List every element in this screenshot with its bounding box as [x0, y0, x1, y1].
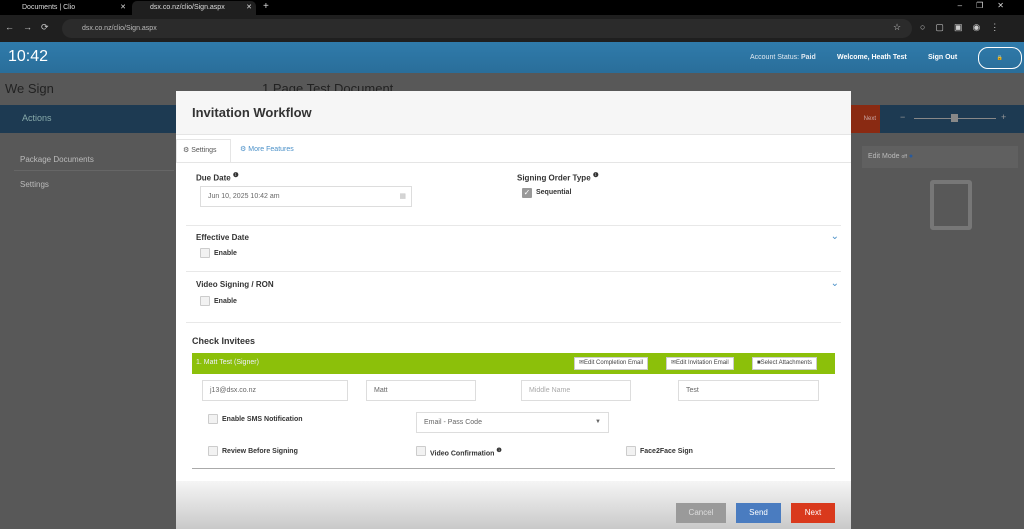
modal-header: Invitation Workflow	[176, 91, 851, 135]
video-confirmation-label: Video Confirmation ❶	[430, 448, 502, 458]
sms-label: Enable SMS Notification	[222, 416, 303, 423]
effective-date-enable-label: Enable	[214, 250, 237, 257]
edit-mode-toggle[interactable]: Edit Mode off ●	[862, 146, 1018, 168]
browser-tab-active[interactable]: dsx.co.nz/clio/Sign.aspx ✕	[132, 1, 256, 15]
effective-date-checkbox[interactable]	[200, 248, 210, 258]
divider	[192, 468, 835, 469]
close-icon[interactable]: ✕	[120, 1, 126, 15]
middle-name-field[interactable]: Middle Name	[521, 380, 631, 401]
video-confirmation-checkbox[interactable]	[416, 446, 426, 456]
auth-method-select[interactable]: Email - Pass Code ▼	[416, 412, 609, 433]
invitee-header-bar: 1. Matt Test (Signer) ✉Edit Completion E…	[192, 353, 835, 374]
url-input[interactable]: dsx.co.nz/clio/Sign.aspx	[62, 19, 912, 38]
send-button[interactable]: Send	[736, 503, 781, 523]
divider	[186, 271, 841, 272]
effective-date-label: Effective Date	[196, 233, 249, 242]
nav-icons[interactable]: ←→⟳	[5, 22, 58, 33]
modal-title: Invitation Workflow	[192, 105, 312, 120]
first-name-field[interactable]: Matt	[366, 380, 476, 401]
zoom-out-icon[interactable]: −	[900, 112, 905, 122]
document-icon	[930, 180, 972, 230]
select-attachments-button[interactable]: ■Select Attachments	[752, 357, 817, 370]
tab-more-features[interactable]: ⚙ More Features	[240, 139, 294, 163]
sidebar-item-settings[interactable]: Settings	[20, 180, 49, 189]
face2face-label: Face2Face Sign	[640, 448, 693, 455]
new-tab-icon[interactable]: +	[263, 1, 269, 12]
divider	[186, 322, 841, 323]
divider	[186, 225, 841, 226]
divider	[176, 162, 851, 163]
due-date-label: Due Date ❶	[196, 172, 239, 183]
browser-tab[interactable]: Documents | Clio ✕	[4, 1, 130, 15]
video-signing-enable-label: Enable	[214, 298, 237, 305]
sms-checkbox[interactable]	[208, 414, 218, 424]
tab-title: Documents | Clio	[22, 4, 76, 11]
last-name-field[interactable]: Test	[678, 380, 819, 401]
time-display: 10:42	[8, 48, 49, 65]
extension-icons[interactable]: ○▢▣◉⋮	[920, 22, 1009, 33]
due-date-input[interactable]: Jun 10, 2025 10:42 am ▦	[200, 186, 412, 207]
check-invitees-heading: Check Invitees	[192, 336, 256, 346]
invitee-name: 1. Matt Test (Signer)	[196, 359, 259, 366]
secured-signing-logo: 🔒	[978, 47, 1022, 69]
signing-order-label: Signing Order Type ❶	[517, 172, 599, 183]
zoom-slider-handle[interactable]	[951, 114, 958, 122]
actions-label: Actions	[22, 113, 52, 123]
welcome-text: Welcome, Heath Test	[837, 54, 907, 61]
zoom-in-icon[interactable]: +	[1001, 112, 1006, 122]
next-button[interactable]: Next	[791, 503, 835, 523]
account-status: Account Status: Paid	[750, 54, 816, 61]
caret-down-icon: ▼	[595, 419, 601, 425]
video-signing-checkbox[interactable]	[200, 296, 210, 306]
sequential-checkbox[interactable]: ✓	[522, 188, 532, 198]
sequential-label: Sequential	[536, 189, 572, 196]
review-before-signing-label: Review Before Signing	[222, 448, 298, 455]
face2face-checkbox[interactable]	[626, 446, 636, 456]
window-controls[interactable]: –❐✕	[958, 1, 1018, 10]
app-title: We Sign	[5, 81, 54, 96]
app-header: 10:42 Account Status: Paid Welcome, Heat…	[0, 42, 1024, 73]
close-icon[interactable]: ✕	[246, 1, 252, 15]
email-field[interactable]: j13@dsx.co.nz	[202, 380, 348, 401]
chevron-down-icon[interactable]: ⌄	[831, 278, 839, 289]
star-icon[interactable]: ☆	[893, 22, 901, 33]
video-signing-label: Video Signing / RON	[196, 280, 274, 289]
sign-out-link[interactable]: Sign Out	[928, 54, 957, 61]
sidebar-item-package-documents[interactable]: Package Documents	[20, 155, 94, 164]
cancel-button[interactable]: Cancel	[676, 503, 726, 523]
tab-settings[interactable]: ⚙ Settings	[176, 139, 231, 163]
tab-title: dsx.co.nz/clio/Sign.aspx	[150, 4, 225, 11]
browser-tab-bar: Documents | Clio ✕ dsx.co.nz/clio/Sign.as…	[0, 0, 1024, 15]
review-before-signing-checkbox[interactable]	[208, 446, 218, 456]
edit-completion-email-button[interactable]: ✉Edit Completion Email	[574, 357, 649, 370]
edit-invitation-email-button[interactable]: ✉Edit Invitation Email	[666, 357, 734, 370]
chevron-down-icon[interactable]: ⌄	[831, 231, 839, 242]
calendar-icon[interactable]: ▦	[399, 187, 406, 206]
invitation-workflow-modal: Invitation Workflow ⚙ Settings ⚙ More Fe…	[176, 91, 851, 529]
address-bar-row: ←→⟳ dsx.co.nz/clio/Sign.aspx ☆ ○▢▣◉⋮	[0, 15, 1024, 42]
divider	[14, 170, 174, 171]
